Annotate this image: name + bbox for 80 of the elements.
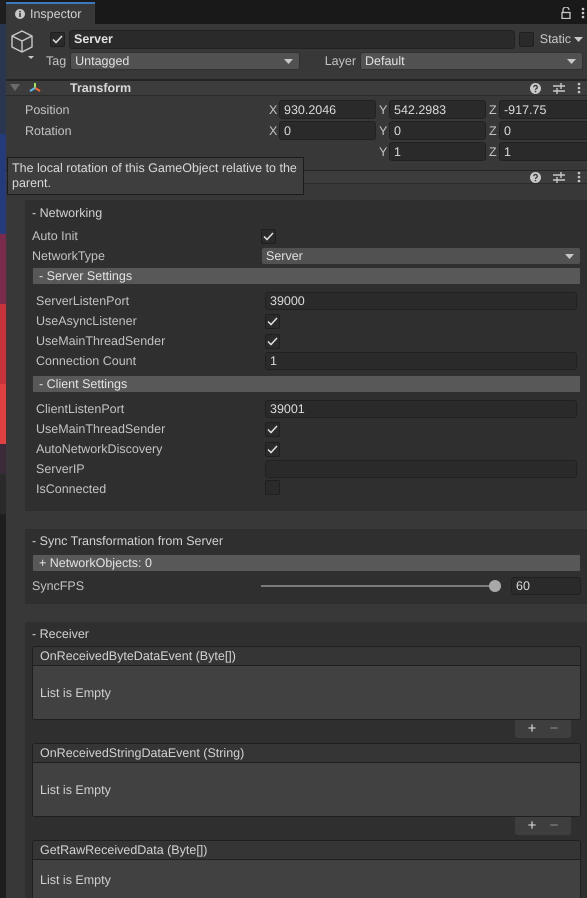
tag-label: Tag bbox=[46, 54, 66, 68]
property-label: IsConnected bbox=[36, 482, 108, 496]
axis-label: X bbox=[269, 124, 277, 138]
axes-icon bbox=[28, 82, 42, 94]
property-label: AutoNetworkDiscovery bbox=[36, 442, 164, 456]
property-label: Auto Init bbox=[32, 229, 79, 243]
event-header: OnReceivedByteDataEvent (Byte[]) bbox=[32, 646, 581, 666]
section-title: - Networking bbox=[32, 205, 104, 222]
name-field[interactable]: Server bbox=[69, 30, 515, 48]
more-icon[interactable] bbox=[581, 7, 585, 19]
property-label: ServerIP bbox=[36, 462, 86, 476]
tooltip: The local rotation of this GameObject relative to the parent. bbox=[7, 157, 304, 195]
active-checkbox[interactable] bbox=[50, 32, 65, 46]
property-label: SyncFPS bbox=[32, 579, 86, 593]
axis-label: Z bbox=[489, 102, 497, 116]
checkbox[interactable] bbox=[265, 314, 280, 328]
layer-label: Layer bbox=[324, 54, 356, 68]
axis-label: Y bbox=[379, 144, 387, 158]
dropdown-caret-icon bbox=[565, 254, 574, 258]
dropdown[interactable]: Server bbox=[261, 247, 581, 265]
foldout-header[interactable]: + NetworkObjects: 0 bbox=[32, 554, 581, 572]
more-icon[interactable] bbox=[577, 171, 581, 183]
tag-dropdown[interactable]: Untagged bbox=[70, 52, 300, 70]
event-header: GetRawReceivedData (Byte[]) bbox=[32, 840, 581, 860]
info-icon bbox=[15, 9, 25, 19]
property-label: UseMainThreadSender bbox=[36, 334, 166, 348]
property-label: Connection Count bbox=[36, 354, 138, 368]
add-button[interactable]: + bbox=[521, 817, 543, 835]
property-label: UseMainThreadSender bbox=[36, 422, 166, 436]
property-label: UseAsyncListener bbox=[36, 314, 138, 328]
axis-label: Y bbox=[379, 102, 387, 116]
event-header: OnReceivedStringDataEvent (String) bbox=[32, 743, 581, 763]
dropdown-caret-icon bbox=[284, 58, 294, 64]
property-label: ServerListenPort bbox=[36, 294, 130, 308]
number-field[interactable]: 0 bbox=[279, 121, 376, 140]
axis-label: Y bbox=[379, 124, 387, 138]
dropdown-caret-icon bbox=[574, 36, 583, 42]
slider-thumb[interactable] bbox=[489, 580, 501, 592]
axis-label: Z bbox=[489, 124, 497, 138]
section-title: - Sync Transformation from Server bbox=[32, 533, 224, 550]
axis-label: X bbox=[269, 102, 277, 116]
axis-label: Z bbox=[489, 144, 497, 158]
number-field[interactable]: 930.2046 bbox=[279, 100, 376, 119]
input-field[interactable]: 39001 bbox=[265, 400, 577, 418]
number-field[interactable]: 1 bbox=[499, 142, 587, 161]
settings-icon[interactable] bbox=[553, 172, 565, 182]
number-field[interactable]: -917.75 bbox=[499, 100, 587, 119]
static-checkbox[interactable] bbox=[518, 32, 534, 46]
dropdown-caret-icon bbox=[567, 58, 576, 64]
property-label: Position bbox=[25, 102, 70, 116]
input-field[interactable]: 39000 bbox=[265, 292, 577, 310]
settings-icon[interactable] bbox=[553, 82, 565, 94]
number-field[interactable]: 60 bbox=[511, 577, 581, 595]
foldout-header[interactable]: - Client Settings bbox=[32, 375, 581, 393]
section-title: - Receiver bbox=[32, 626, 90, 643]
property-label: ClientListenPort bbox=[36, 402, 126, 416]
checkbox[interactable] bbox=[265, 442, 280, 456]
empty-list-text: List is Empty bbox=[32, 860, 581, 898]
number-field[interactable]: 1 bbox=[389, 142, 486, 161]
help-icon[interactable] bbox=[530, 82, 541, 94]
layer-dropdown[interactable]: Default bbox=[360, 52, 583, 70]
component-title: Transform bbox=[70, 81, 132, 95]
checkbox[interactable] bbox=[265, 334, 280, 348]
lock-icon[interactable] bbox=[561, 7, 571, 19]
checkbox[interactable] bbox=[265, 422, 280, 436]
empty-list-text: List is Empty bbox=[32, 666, 581, 720]
add-button[interactable]: + bbox=[521, 720, 543, 738]
inspector-tab[interactable]: Inspector bbox=[6, 2, 96, 24]
number-field[interactable]: 542.2983 bbox=[389, 100, 486, 119]
help-icon[interactable] bbox=[530, 172, 541, 182]
number-field[interactable]: 0 bbox=[499, 121, 587, 140]
property-label: Rotation bbox=[25, 124, 73, 138]
empty-list-text: List is Empty bbox=[32, 763, 581, 817]
static-dropdown[interactable]: Static bbox=[538, 32, 583, 46]
checkbox[interactable] bbox=[261, 228, 276, 244]
foldout-header[interactable]: - Server Settings bbox=[32, 267, 581, 285]
number-field[interactable]: 0 bbox=[389, 121, 486, 140]
input-field[interactable]: 1 bbox=[265, 352, 577, 370]
property-label: NetworkType bbox=[32, 249, 106, 263]
more-icon[interactable] bbox=[577, 82, 581, 94]
